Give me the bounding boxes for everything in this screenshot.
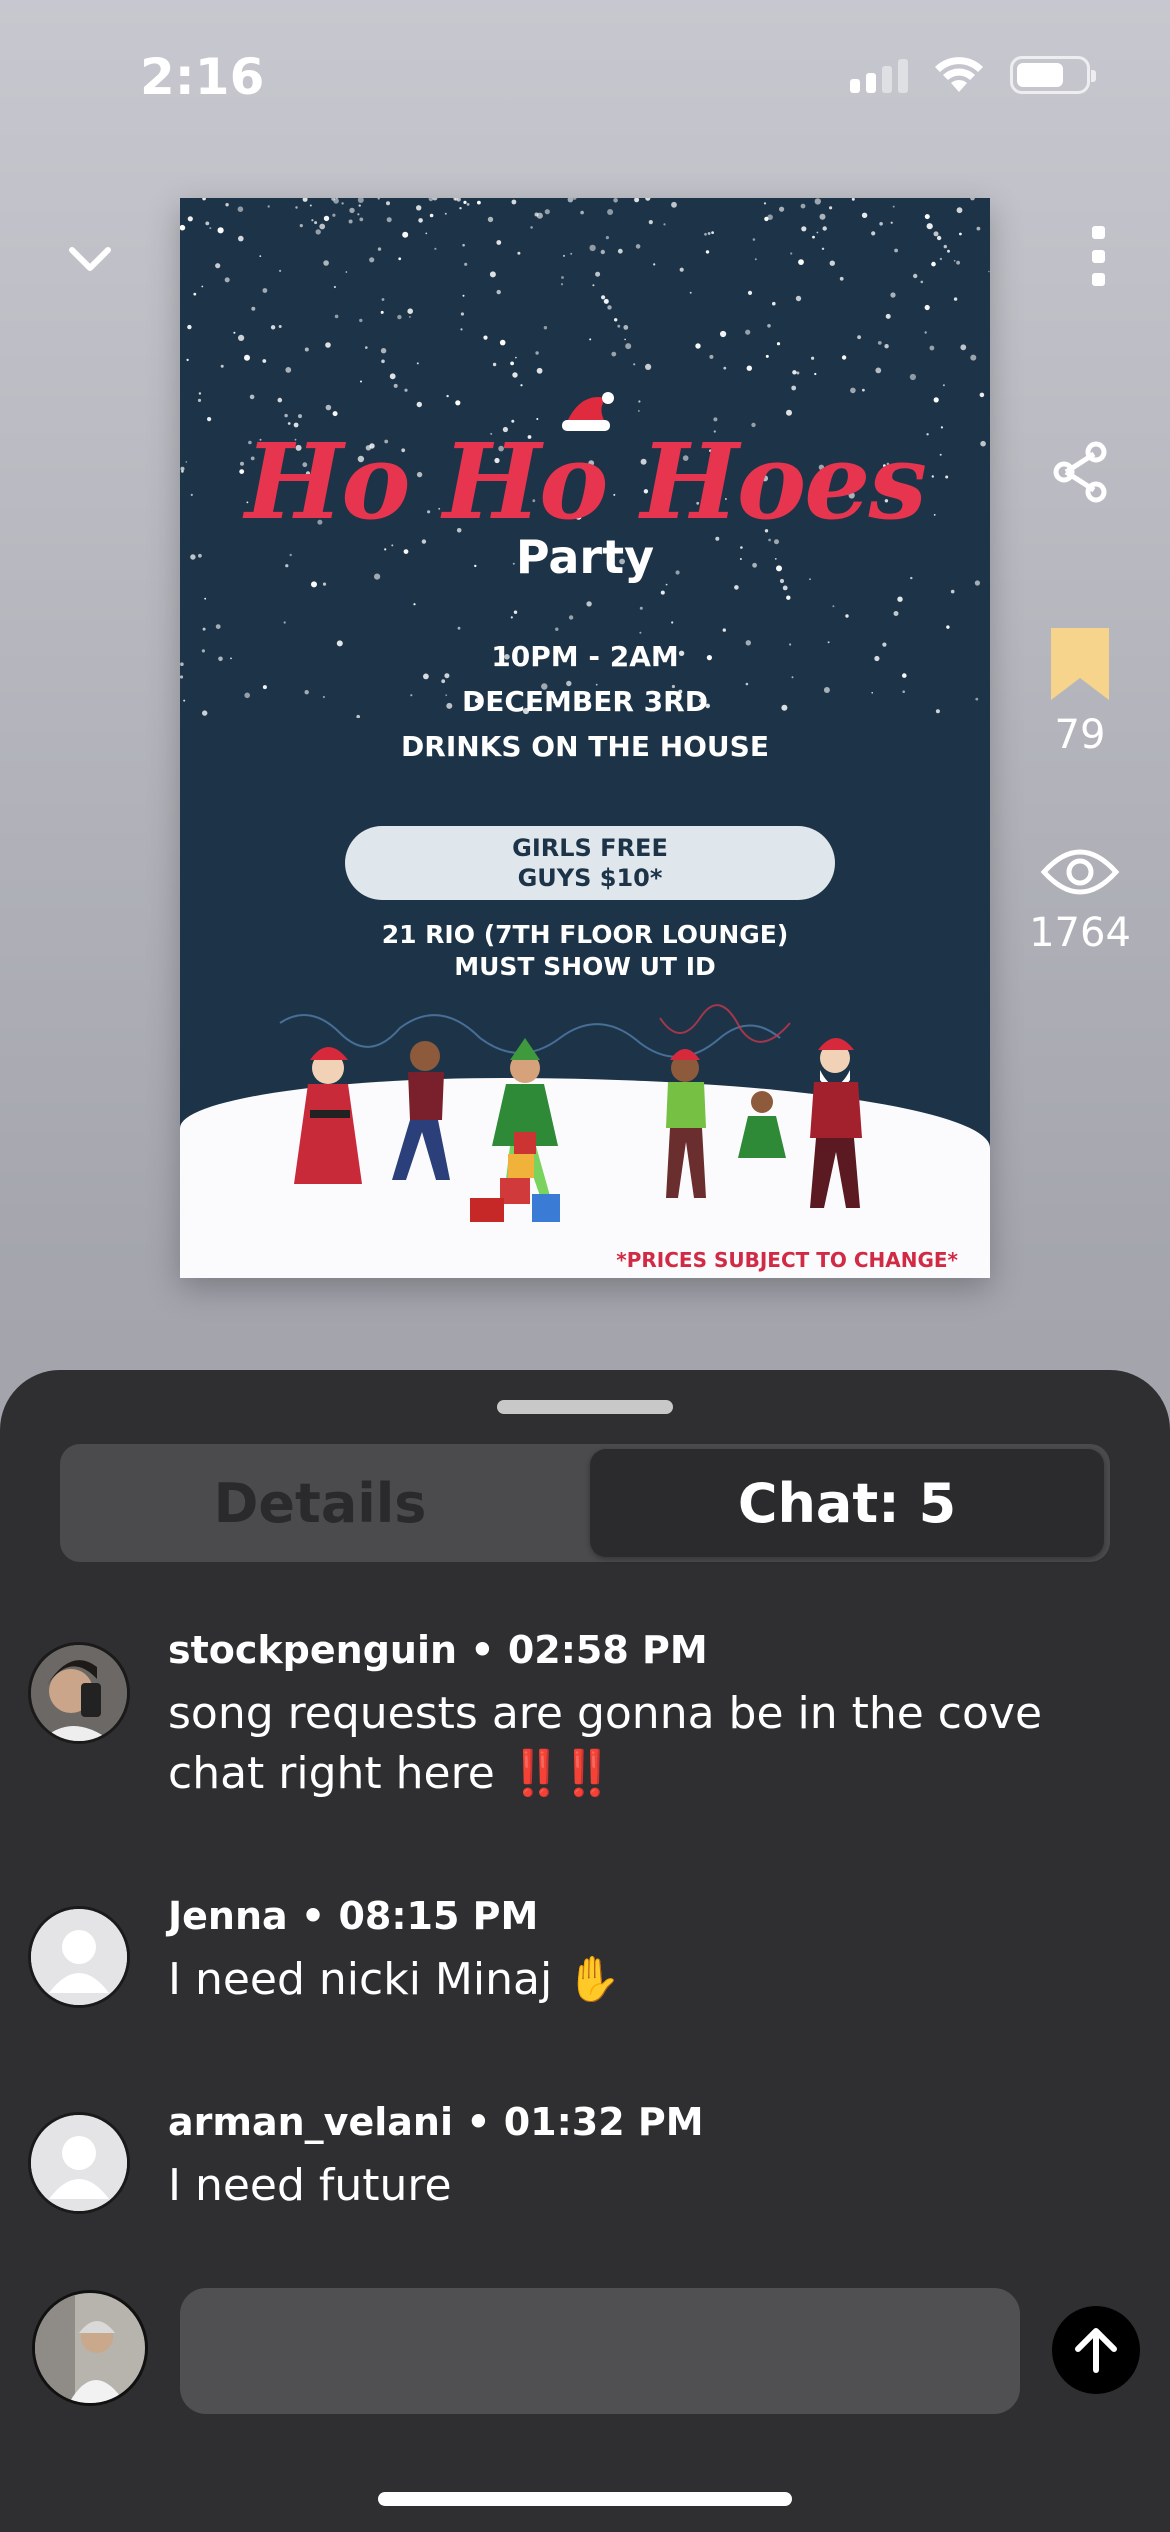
message-header: arman_velani • 01:32 PM <box>168 2100 704 2144</box>
message-text: I need nicki Minaj ✋ <box>168 1950 1128 2010</box>
flyer-id-note: MUST SHOW UT ID <box>454 952 716 981</box>
default-avatar-icon <box>31 1909 127 2005</box>
dancing-people-illustration <box>279 1004 862 1222</box>
double-exclamation-emoji: ‼️‼️ <box>508 1748 615 1799</box>
bookmark-button[interactable]: 79 <box>1020 626 1140 758</box>
message-time: 08:15 PM <box>338 1894 539 1938</box>
flyer-time: 10PM - 2AM <box>491 640 679 673</box>
message-username[interactable]: arman_velani <box>168 2100 453 2144</box>
status-icons <box>850 56 1096 94</box>
home-indicator[interactable] <box>378 2492 792 2506</box>
message-header: Jenna • 08:15 PM <box>168 1894 538 1938</box>
arrow-up-icon <box>1075 2328 1117 2373</box>
flyer-disclaimer: *PRICES SUBJECT TO CHANGE* <box>616 1248 958 1272</box>
message-text: song requests are gonna be in the cove c… <box>168 1684 1128 1804</box>
separator-dot: • <box>466 2100 491 2144</box>
event-flyer[interactable]: Ho Ho Hoes Party 10PM - 2AM DECEMBER 3RD… <box>180 198 990 1278</box>
message-text: I need future <box>168 2160 452 2211</box>
tab-switcher: Details Chat: 5 <box>60 1444 1110 1562</box>
tab-details[interactable]: Details <box>65 1449 575 1557</box>
eye-icon <box>1040 849 1120 895</box>
separator-dot: • <box>300 1894 326 1938</box>
bookmark-icon <box>1051 628 1109 700</box>
wifi-icon <box>935 57 983 92</box>
kebab-menu-icon[interactable] <box>1088 226 1108 286</box>
message-body: I need nicki Minaj <box>168 1954 553 2005</box>
price-line-girls: GIRLS FREE <box>512 834 668 862</box>
raised-hand-emoji: ✋ <box>566 1954 621 2005</box>
share-button[interactable] <box>1020 440 1140 508</box>
send-button[interactable] <box>1052 2306 1140 2394</box>
message-username[interactable]: Jenna <box>168 1894 288 1938</box>
bookmark-count: 79 <box>1054 712 1106 758</box>
views-count: 1764 <box>1029 910 1131 956</box>
flyer-address: 21 RIO (7TH FLOOR LOUNGE) <box>381 920 789 949</box>
chat-message-input[interactable] <box>180 2288 1020 2414</box>
battery-icon <box>1010 56 1096 94</box>
user-photo-icon <box>31 1645 127 1741</box>
cellular-signal-icon <box>850 57 908 93</box>
tab-chat[interactable]: Chat: 5 <box>590 1449 1104 1557</box>
avatar[interactable] <box>28 1642 130 1744</box>
avatar[interactable] <box>28 2112 130 2214</box>
flyer-price-pill: GIRLS FREE GUYS $10* <box>345 826 835 900</box>
sheet-grabber[interactable] <box>497 1400 673 1414</box>
avatar[interactable] <box>28 1906 130 2008</box>
flyer-subtitle: Party <box>515 530 655 584</box>
price-line-guys: GUYS $10* <box>517 864 663 892</box>
default-avatar-icon <box>31 2115 127 2211</box>
user-photo-icon <box>35 2293 145 2403</box>
status-time: 2:16 <box>140 48 265 106</box>
share-icon <box>1053 441 1107 503</box>
message-time: 02:58 PM <box>507 1628 708 1672</box>
message-username[interactable]: stockpenguin <box>168 1628 457 1672</box>
flyer-date: DECEMBER 3RD <box>462 685 708 718</box>
separator-dot: • <box>470 1628 495 1672</box>
chevron-down-icon[interactable] <box>62 232 118 288</box>
current-user-avatar[interactable] <box>32 2290 148 2406</box>
message-time: 01:32 PM <box>503 2100 704 2144</box>
flyer-title: Ho Ho Hoes <box>244 420 927 543</box>
views-indicator: 1764 <box>1020 844 1140 956</box>
message-header: stockpenguin • 02:58 PM <box>168 1628 708 1672</box>
flyer-drinks: DRINKS ON THE HOUSE <box>401 730 769 763</box>
